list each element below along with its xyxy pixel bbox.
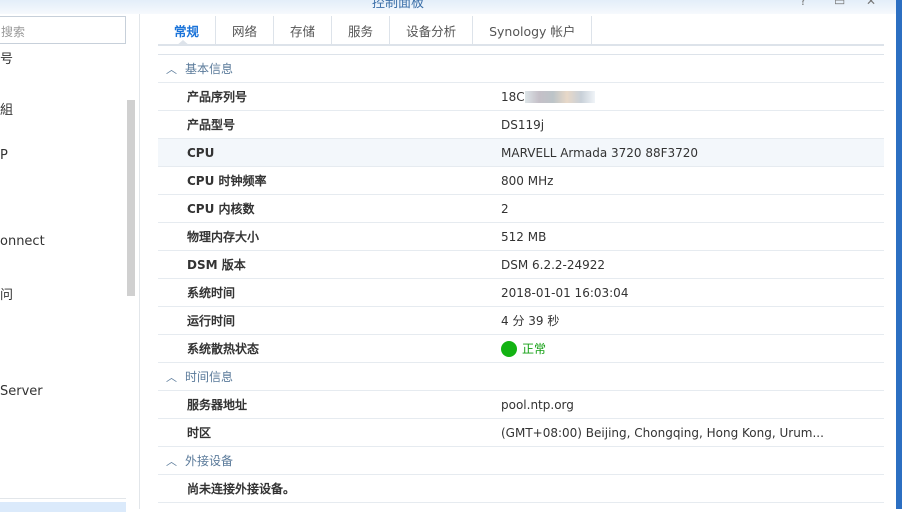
sidebar-scrollbar[interactable] (127, 100, 135, 296)
info-value: (GMT+08:00) Beijing, Chongqing, Hong Kon… (501, 425, 824, 440)
tab-synology-account[interactable]: Synology 帐户 (473, 16, 593, 44)
sidebar-selected-item[interactable] (0, 502, 126, 512)
info-label: 产品序列号 (187, 90, 248, 104)
status-ok-icon (501, 340, 517, 357)
info-row: 物理内存大小 512 MB (158, 223, 884, 251)
info-label: CPU 时钟频率 (187, 174, 267, 188)
maximize-button[interactable]: ▭ (834, 0, 845, 8)
tab-bar: 常规 网络 存储 服务 设备分析 Synology 帐户 (158, 14, 884, 46)
info-row: 产品型号 DS119j (158, 111, 884, 139)
sidebar-item[interactable]: 号 (0, 48, 13, 67)
info-row: 时区 (GMT+08:00) Beijing, Chongqing, Hong K… (158, 419, 884, 447)
info-label: 物理内存大小 (187, 230, 260, 244)
sidebar-item[interactable]: Server (0, 384, 43, 399)
section-header[interactable]: ︿ 基本信息 (158, 55, 884, 83)
info-value: 512 MB (501, 229, 547, 244)
divider (0, 498, 126, 499)
info-label: 时区 (187, 426, 212, 440)
info-row: CPU 时钟频率 800 MHz (158, 167, 884, 195)
window-title: 控制面板 (372, 0, 425, 11)
section-header[interactable]: ︿ 时间信息 (158, 363, 884, 391)
info-value: 2018-01-01 16:03:04 (501, 285, 629, 300)
tab-storage[interactable]: 存储 (274, 16, 333, 44)
info-row: 产品序列号 18C (158, 83, 884, 111)
tab-device-analytics[interactable]: 设备分析 (390, 16, 474, 44)
info-list: ︿ 基本信息产品序列号 18C 产品型号 DS119j CPU MARVELL Armada… (158, 54, 884, 503)
help-button[interactable]: ? (800, 0, 806, 8)
desktop-edge (896, 0, 902, 509)
info-value: 4 分 39 秒 (501, 314, 560, 328)
info-value: 800 MHz (501, 173, 554, 188)
info-value: MARVELL Armada 3720 88F3720 (501, 145, 699, 160)
info-row: CPU 内核数 2 (158, 195, 884, 223)
redacted-serial (524, 90, 595, 103)
active-tab-caret (176, 40, 190, 46)
info-row: 系统时间 2018-01-01 16:03:04 (158, 279, 884, 307)
chevron-up-icon: ︿ (166, 454, 177, 468)
info-label: DSM 版本 (187, 258, 246, 272)
title-bar: 控制面板 ? ▭ ✕ (0, 0, 896, 14)
info-row: 尚未连接外接设备。 (158, 475, 884, 503)
info-label: 尚未连接外接设备。 (187, 482, 296, 496)
tab-services[interactable]: 服务 (332, 16, 391, 44)
info-row: CPU MARVELL Armada 3720 88F3720 (158, 139, 884, 167)
info-label: 运行时间 (187, 314, 236, 328)
info-row: DSM 版本 DSM 6.2.2-24922 (158, 251, 884, 279)
section-header[interactable]: ︿ 外接设备 (158, 447, 884, 475)
info-label: 产品型号 (187, 118, 236, 132)
info-label: 服务器地址 (187, 398, 248, 412)
section-title: 时间信息 (185, 370, 234, 384)
sidebar: 搜索 号 組 P onnect 问 Server (0, 14, 140, 512)
info-label: CPU 内核数 (187, 202, 255, 216)
info-row: 运行时间 4 分 39 秒 (158, 307, 884, 335)
info-value: 正常 (522, 342, 547, 356)
info-value: 18C (501, 89, 525, 104)
sidebar-item[interactable]: P (0, 148, 8, 163)
info-value: DS119j (501, 117, 545, 132)
info-label: CPU (187, 145, 215, 160)
info-value: pool.ntp.org (501, 397, 574, 412)
section-title: 外接设备 (185, 454, 234, 468)
sidebar-item[interactable]: onnect (0, 234, 45, 249)
search-input[interactable]: 搜索 (0, 16, 126, 44)
info-value: DSM 6.2.2-24922 (501, 257, 606, 272)
close-button[interactable]: ✕ (866, 0, 876, 8)
sidebar-item[interactable]: 組 (0, 99, 13, 118)
main-panel: 常规 网络 存储 服务 设备分析 Synology 帐户 ︿ 基本信息产品序列号 1… (158, 14, 884, 503)
info-label: 系统时间 (187, 286, 236, 300)
chevron-up-icon: ︿ (166, 62, 177, 76)
info-row: 系统散热状态 正常 (158, 335, 884, 363)
chevron-up-icon: ︿ (166, 370, 177, 384)
info-value: 2 (501, 201, 509, 216)
info-label: 系统散热状态 (187, 342, 260, 356)
tab-network[interactable]: 网络 (216, 16, 275, 44)
sidebar-item[interactable]: 问 (0, 284, 13, 303)
info-row: 服务器地址 pool.ntp.org (158, 391, 884, 419)
section-title: 基本信息 (185, 62, 234, 76)
